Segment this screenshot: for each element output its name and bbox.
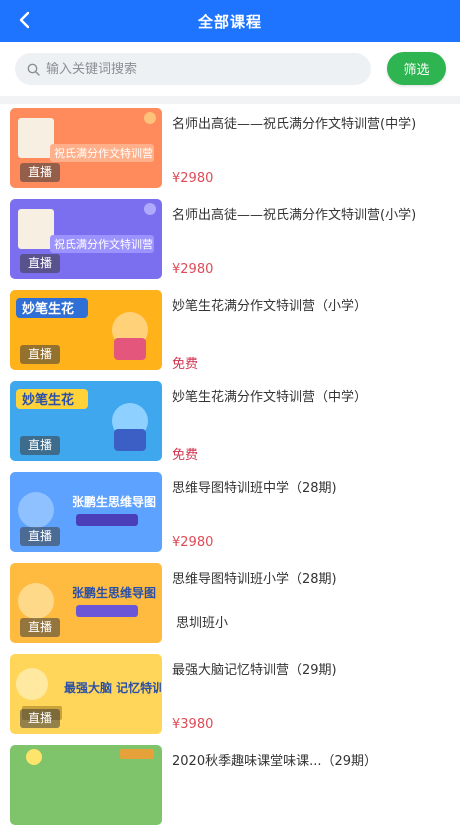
list-item[interactable]: 祝氏满分作文特训营 直播 名师出高徒——祝氏满分作文特训营(中学) ¥2980 (0, 104, 460, 195)
course-thumbnail[interactable]: 祝氏满分作文特训营 直播 (10, 199, 162, 279)
course-name[interactable]: 最强大脑记忆特训营（29期) (172, 659, 452, 678)
course-subtitle: 思圳班小 (176, 616, 229, 631)
live-badge: 直播 (20, 709, 61, 728)
course-thumbnail[interactable]: 张鹏生思维导图 直播 (10, 472, 162, 552)
list-item[interactable]: 张鹏生思维导图 直播 思维导图特训班小学（28期) 思圳班小 (0, 559, 460, 650)
course-thumbnail[interactable]: 祝氏满分作文特训营 直播 (10, 108, 162, 188)
live-badge: 直播 (20, 163, 61, 182)
list-item[interactable]: 最强大脑 记忆特训营 直播 最强大脑记忆特训营（29期) ¥3980 (0, 650, 460, 741)
course-price: 免费 (172, 357, 199, 372)
thumbnail-text: 妙笔生花 (22, 392, 74, 408)
list-item[interactable]: 2020秋季趣味课堂味课...（29期） (0, 741, 460, 832)
thumbnail-text: 张鹏生思维导图 (72, 585, 156, 600)
page-title: 全部课程 (197, 12, 262, 31)
course-price: ¥2980 (172, 535, 214, 550)
list-item[interactable]: 妙笔生花 直播 妙笔生花满分作文特训营（中学） 免费 (0, 377, 460, 468)
course-price: ¥2980 (172, 262, 214, 277)
course-thumbnail[interactable]: 最强大脑 记忆特训营 直播 (10, 654, 162, 734)
search-box[interactable] (15, 53, 371, 85)
course-name[interactable]: 名师出高徒——祝氏满分作文特训营(中学) (172, 113, 452, 132)
course-thumbnail[interactable]: 张鹏生思维导图 直播 (10, 563, 162, 643)
course-price: ¥2980 (172, 171, 214, 186)
thumbnail-text: 妙笔生花 (22, 301, 74, 317)
thumbnail-text: 祝氏满分作文特训营 (54, 146, 153, 160)
live-badge: 直播 (20, 618, 61, 637)
course-name[interactable]: 妙笔生花满分作文特训营（小学） (172, 295, 452, 314)
course-name[interactable]: 名师出高徒——祝氏满分作文特训营(小学) (172, 204, 452, 223)
thumbnail-art (26, 749, 154, 765)
list-item[interactable]: 祝氏满分作文特训营 直播 名师出高徒——祝氏满分作文特训营(小学) ¥2980 (0, 195, 460, 286)
course-list: 祝氏满分作文特训营 直播 名师出高徒——祝氏满分作文特训营(中学) ¥2980 … (0, 104, 460, 832)
thumbnail-text: 最强大脑 记忆特训营 (64, 680, 162, 695)
course-name[interactable]: 思维导图特训班小学（28期) (172, 568, 452, 587)
course-name[interactable]: 2020秋季趣味课堂味课...（29期） (172, 750, 452, 769)
list-item[interactable]: 妙笔生花 直播 妙笔生花满分作文特训营（小学） 免费 (0, 286, 460, 377)
thumbnail-text: 张鹏生思维导图 (72, 494, 156, 509)
thumbnail-text: 祝氏满分作文特训营 (54, 237, 153, 251)
course-name[interactable]: 妙笔生花满分作文特训营（中学） (172, 386, 452, 405)
live-badge: 直播 (20, 436, 61, 455)
course-price: 免费 (172, 448, 199, 463)
live-badge: 直播 (20, 254, 61, 273)
course-name[interactable]: 思维导图特训班中学（28期) (172, 477, 452, 496)
chevron-left-icon (19, 11, 30, 29)
search-input[interactable] (46, 61, 346, 77)
course-thumbnail[interactable] (10, 745, 162, 825)
course-price: ¥3980 (172, 717, 214, 732)
back-button[interactable] (10, 6, 38, 34)
list-item[interactable]: 张鹏生思维导图 直播 思维导图特训班中学（28期) ¥2980 (0, 468, 460, 559)
filter-button[interactable]: 筛选 (387, 52, 446, 85)
search-icon (27, 63, 40, 76)
course-thumbnail[interactable]: 妙笔生花 直播 (10, 381, 162, 461)
divider (0, 96, 460, 104)
live-badge: 直播 (20, 345, 61, 364)
top-bar: 全部课程 (0, 0, 460, 42)
search-bar: 筛选 (0, 42, 460, 96)
live-badge: 直播 (20, 527, 61, 546)
course-thumbnail[interactable]: 妙笔生花 直播 (10, 290, 162, 370)
